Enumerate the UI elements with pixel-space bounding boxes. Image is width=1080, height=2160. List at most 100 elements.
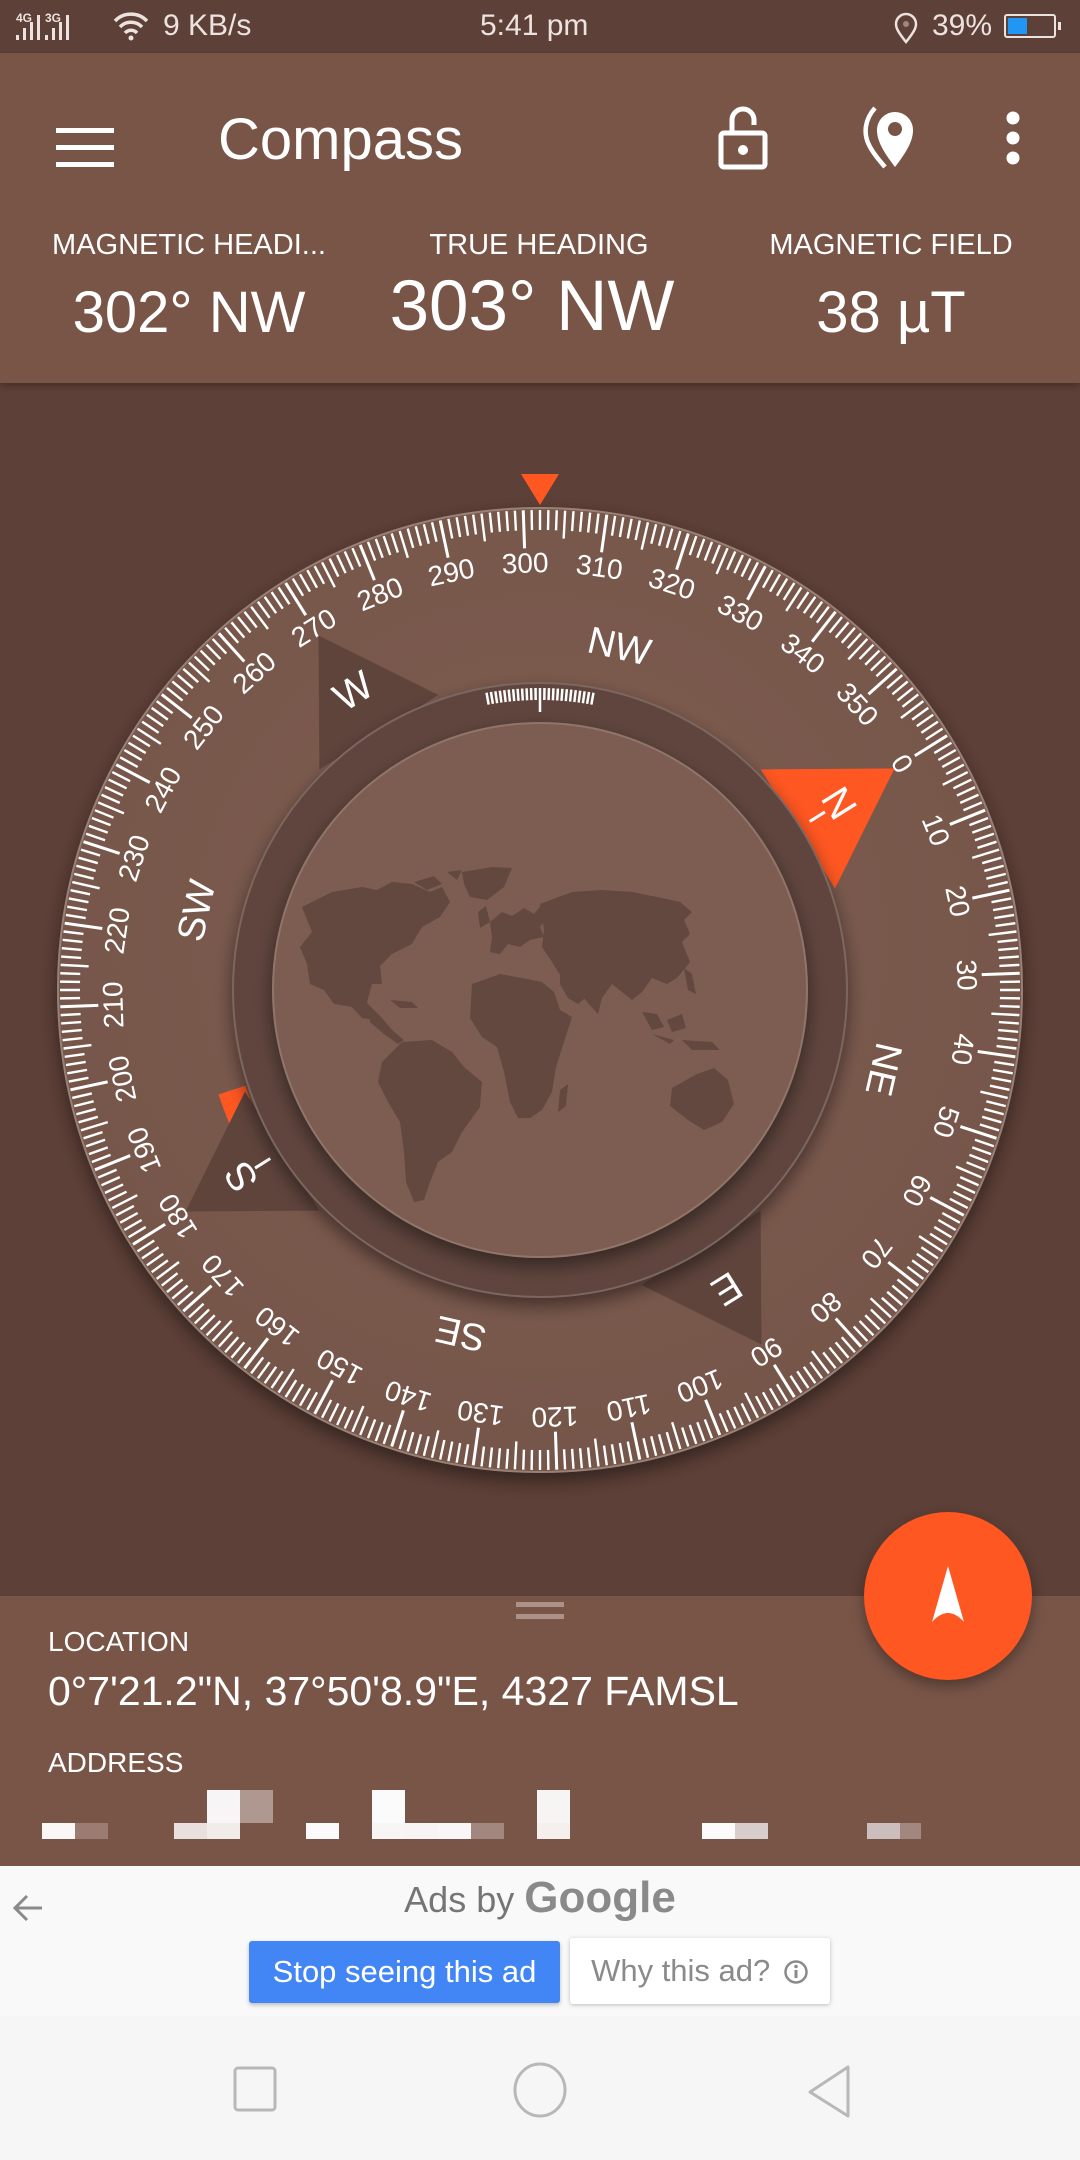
tick-mark bbox=[991, 1012, 1020, 1017]
gauge-tick bbox=[503, 689, 507, 703]
compass-dial[interactable]: 0102030405060708090100110120130140150160… bbox=[0, 383, 1080, 1596]
degree-label: 120 bbox=[531, 1400, 579, 1433]
degree-label: 210 bbox=[97, 981, 130, 1029]
battery-fill bbox=[1008, 18, 1027, 34]
location-label: LOCATION bbox=[48, 1626, 190, 1657]
clock: 5:41 pm bbox=[480, 9, 589, 42]
tick-mark bbox=[981, 971, 1020, 977]
tick-mark bbox=[554, 510, 558, 531]
address-pixel-block bbox=[207, 1823, 240, 1839]
drag-handle[interactable] bbox=[516, 1602, 564, 1622]
ads-by-google: Ads by Google bbox=[0, 1876, 1080, 1922]
gauge-tick bbox=[568, 689, 573, 702]
more-vert-icon bbox=[1006, 111, 1020, 165]
address-pixel-block bbox=[867, 1823, 900, 1839]
why-this-ad-label: Why this ad? bbox=[591, 1953, 771, 1988]
address-pixel-block bbox=[537, 1790, 570, 1823]
address-pixel-block bbox=[240, 1790, 273, 1823]
gauge-tick bbox=[581, 691, 586, 704]
address-pixel-block bbox=[405, 1823, 438, 1839]
tick-mark bbox=[513, 1441, 518, 1470]
system-nav-bar bbox=[0, 2016, 1080, 2160]
location-icon bbox=[894, 12, 918, 44]
address-pixel-block bbox=[42, 1823, 75, 1839]
address-pixel-block bbox=[537, 1823, 570, 1839]
tick-mark bbox=[570, 1448, 575, 1469]
tick-mark bbox=[60, 1003, 99, 1009]
map-pin-icon bbox=[863, 106, 913, 169]
gauge-tick bbox=[511, 689, 516, 702]
tick-mark bbox=[505, 1448, 510, 1469]
stop-seeing-ad-button[interactable]: Stop seeing this ad bbox=[249, 1941, 560, 2003]
ads-by-text: Ads by bbox=[404, 1879, 515, 1920]
tick-mark bbox=[505, 511, 510, 532]
navigation-arrow-icon bbox=[932, 1566, 964, 1622]
true-heading-value: 303° NW bbox=[389, 267, 675, 346]
address-pixel-block bbox=[735, 1823, 768, 1839]
magnetic-field-label: MAGNETIC FIELD bbox=[769, 229, 1013, 261]
location-button[interactable] bbox=[846, 93, 932, 183]
address-pixel-block bbox=[372, 1790, 405, 1823]
magnetic-heading-label: MAGNETIC HEADI... bbox=[52, 229, 326, 261]
home-circle-icon[interactable] bbox=[512, 2061, 568, 2119]
address-pixel-block bbox=[306, 1823, 339, 1839]
tick-mark bbox=[60, 963, 89, 968]
menu-button[interactable] bbox=[40, 103, 130, 193]
address-pixel-block bbox=[471, 1823, 504, 1839]
address-pixel-block bbox=[75, 1823, 108, 1839]
true-heading-label: TRUE HEADING bbox=[429, 229, 649, 261]
magnetic-field-value: 38 µT bbox=[816, 280, 966, 345]
recents-square-icon[interactable] bbox=[233, 2066, 279, 2114]
tick-mark bbox=[61, 1020, 82, 1025]
tick-mark bbox=[998, 955, 1019, 960]
more-options-button[interactable] bbox=[988, 93, 1038, 183]
degree-label: 30 bbox=[951, 959, 983, 991]
tick-mark bbox=[521, 510, 527, 549]
tick-mark bbox=[522, 1449, 526, 1470]
gauge-tick bbox=[494, 691, 499, 704]
app-title: Compass bbox=[218, 107, 463, 172]
tick-mark bbox=[999, 963, 1020, 968]
lock-button[interactable] bbox=[700, 93, 786, 183]
address-pixel-block bbox=[702, 1823, 735, 1839]
location-coordinates: 0°7'21.2"N, 37°50'8.9"E, 4327 FAMSL bbox=[48, 1668, 739, 1714]
why-this-ad-button[interactable]: Why this ad? bbox=[570, 1938, 830, 2004]
ad-banner: Ads by Google Stop seeing this ad Why th… bbox=[0, 1866, 1080, 2016]
battery-percent: 39% bbox=[932, 9, 993, 42]
tick-mark bbox=[553, 1431, 559, 1470]
lock-open-icon bbox=[718, 106, 768, 170]
gauge-tick bbox=[564, 689, 569, 702]
hamburger-menu-icon bbox=[56, 128, 114, 167]
degree-label: 20 bbox=[939, 883, 976, 920]
degree-label: 130 bbox=[455, 1394, 506, 1431]
gauge-tick bbox=[520, 688, 525, 701]
address-pixel-block bbox=[372, 1823, 405, 1839]
tick-mark bbox=[513, 510, 518, 531]
back-triangle-icon[interactable] bbox=[805, 2064, 855, 2120]
network-4g-label: 4G bbox=[16, 11, 32, 25]
compass-area: 0 10 20 30 40 50 60 70 80 90 100 110 120 130 140 150 160… bbox=[0, 383, 1080, 1596]
degree-label: 220 bbox=[99, 905, 136, 956]
tick-mark bbox=[562, 1449, 567, 1470]
degree-label: 310 bbox=[574, 549, 625, 586]
gauge-tick bbox=[555, 688, 560, 701]
heading-pointer-icon bbox=[521, 474, 559, 505]
tick-mark bbox=[60, 972, 81, 976]
info-icon bbox=[784, 1960, 808, 1984]
gauge-tick bbox=[516, 688, 520, 701]
address-pixel-block bbox=[174, 1823, 207, 1839]
status-bar: 4G 3G 9 KB/s 5:41 pm 39% bbox=[0, 0, 1080, 53]
navigate-fab-button[interactable] bbox=[864, 1512, 1032, 1680]
tick-mark bbox=[998, 1020, 1019, 1025]
gauge-tick bbox=[525, 688, 529, 701]
address-pixel-block bbox=[207, 1790, 240, 1823]
gauge-tick bbox=[551, 688, 555, 701]
network-speed: 9 KB/s bbox=[163, 9, 252, 42]
wifi-icon bbox=[113, 12, 149, 41]
gauge-tick bbox=[560, 688, 564, 701]
battery-tip bbox=[1058, 22, 1061, 30]
address-pixel-block bbox=[900, 1823, 921, 1839]
gauge-tick bbox=[507, 689, 512, 702]
tick-mark bbox=[570, 511, 575, 532]
signal-icons: 4G 3G bbox=[16, 11, 69, 40]
